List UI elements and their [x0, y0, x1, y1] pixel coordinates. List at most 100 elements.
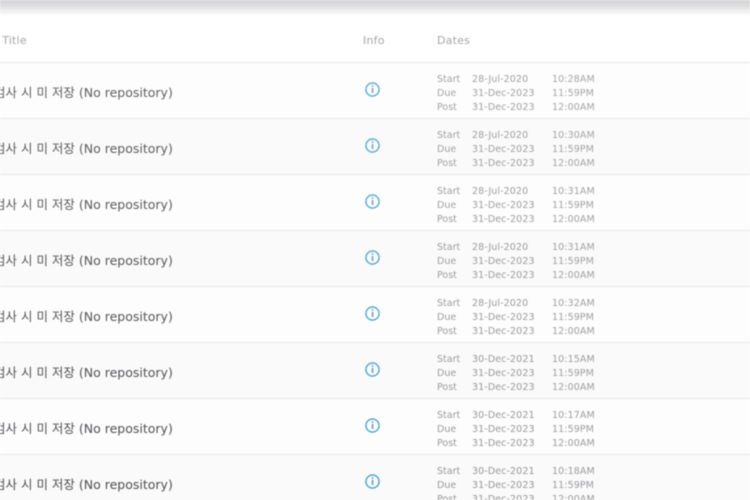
window-chrome-bar [0, 0, 750, 12]
time-value-post: 12:00AM [552, 102, 595, 113]
info-circle-icon [365, 194, 380, 209]
time-value-post: 12:00AM [552, 438, 595, 449]
dates-cell: Start 30-Dec-2021 10:15AM Due 31-Dec-2023 11:… [437, 354, 647, 396]
date-value-post: 31-Dec-2023 [472, 214, 535, 225]
dates-cell: Start 28-Jul-2020 10:31AM Due 31-Dec-2023 11:… [437, 186, 647, 228]
info-button[interactable] [365, 418, 385, 436]
time-value-due: 11:59PM [552, 480, 595, 491]
date-value-post: 31-Dec-2023 [472, 158, 535, 169]
dates-cell: Start 30-Dec-2021 10:17AM Due 31-Dec-2023 11:… [437, 410, 647, 452]
column-header-info[interactable]: Info [363, 34, 385, 47]
table-row[interactable]: 검사 시 미 저장 (No repository) Start 30-Dec-202… [0, 343, 750, 399]
dates-cell: Start 28-Jul-2020 10:30AM Due 31-Dec-2023 11:… [437, 130, 647, 172]
date-label-start: Start [437, 410, 461, 421]
date-line-due: Due 31-Dec-2023 11:59PM [437, 312, 647, 324]
time-value-post: 12:00AM [552, 382, 595, 393]
info-button[interactable] [365, 474, 385, 492]
date-label-due: Due [437, 256, 457, 267]
date-label-post: Post [437, 270, 457, 281]
assessment-title[interactable]: 검사 시 미 저장 (No repository) [0, 82, 344, 101]
time-value-post: 12:00AM [552, 494, 595, 500]
date-label-post: Post [437, 382, 457, 393]
assessment-title[interactable]: 검사 시 미 저장 (No repository) [0, 306, 344, 325]
info-button[interactable] [365, 138, 385, 156]
date-label-start: Start [437, 298, 461, 309]
time-value-start: 10:32AM [552, 298, 595, 309]
table-row[interactable]: 검사 시 미 저장 (No repository) Start 28-Jul-202… [0, 287, 750, 343]
assessment-title[interactable]: 검사 시 미 저장 (No repository) [0, 138, 344, 157]
info-circle-icon [365, 362, 380, 377]
assessment-title[interactable]: 검사 시 미 저장 (No repository) [0, 194, 344, 213]
assessment-title[interactable]: 검사 시 미 저장 (No repository) [0, 474, 344, 493]
date-value-start: 30-Dec-2021 [472, 410, 535, 421]
time-value-due: 11:59PM [552, 256, 595, 267]
time-value-post: 12:00AM [552, 158, 595, 169]
date-line-start: Start 30-Dec-2021 10:15AM [437, 354, 647, 366]
info-button[interactable] [365, 194, 385, 212]
date-line-start: Start 28-Jul-2020 10:30AM [437, 130, 647, 142]
table-row[interactable]: 검사 시 미 저장 (No repository) Start 30-Dec-202… [0, 399, 750, 455]
date-label-start: Start [437, 74, 461, 85]
time-value-start: 10:18AM [552, 466, 595, 477]
date-line-due: Due 31-Dec-2023 11:59PM [437, 144, 647, 156]
date-value-start: 28-Jul-2020 [472, 186, 529, 197]
date-line-post: Post 31-Dec-2023 12:00AM [437, 270, 647, 282]
date-value-start: 28-Jul-2020 [472, 298, 529, 309]
table-row[interactable]: 검사 시 미 저장 (No repository) Start 28-Jul-202… [0, 231, 750, 287]
date-value-due: 31-Dec-2023 [472, 200, 535, 211]
info-button[interactable] [365, 250, 385, 268]
date-line-start: Start 30-Dec-2021 10:17AM [437, 410, 647, 422]
date-line-start: Start 28-Jul-2020 10:31AM [437, 242, 647, 254]
assessment-title[interactable]: 검사 시 미 저장 (No repository) [0, 362, 344, 381]
assessment-title[interactable]: 검사 시 미 저장 (No repository) [0, 250, 344, 269]
date-label-due: Due [437, 480, 457, 491]
date-label-due: Due [437, 200, 457, 211]
date-line-due: Due 31-Dec-2023 11:59PM [437, 424, 647, 436]
time-value-due: 11:59PM [552, 88, 595, 99]
date-value-post: 31-Dec-2023 [472, 102, 535, 113]
date-line-start: Start 28-Jul-2020 10:28AM [437, 74, 647, 86]
date-line-post: Post 31-Dec-2023 12:00AM [437, 438, 647, 450]
date-value-start: 28-Jul-2020 [472, 74, 529, 85]
date-value-post: 31-Dec-2023 [472, 438, 535, 449]
time-value-start: 10:31AM [552, 186, 595, 197]
assessment-table: t Title Info Dates 검사 시 미 저장 (No reposit… [0, 15, 750, 500]
column-header-dates[interactable]: Dates [437, 34, 470, 47]
table-row[interactable]: 검사 시 미 저장 (No repository) Start 28-Jul-202… [0, 119, 750, 175]
date-line-post: Post 31-Dec-2023 12:00AM [437, 102, 647, 114]
time-value-due: 11:59PM [552, 424, 595, 435]
table-row[interactable]: 검사 시 미 저장 (No repository) Start 28-Jul-202… [0, 63, 750, 119]
time-value-start: 10:31AM [552, 242, 595, 253]
date-label-due: Due [437, 88, 457, 99]
date-label-due: Due [437, 312, 457, 323]
date-line-start: Start 28-Jul-2020 10:31AM [437, 186, 647, 198]
info-button[interactable] [365, 82, 385, 100]
date-label-start: Start [437, 242, 461, 253]
date-label-post: Post [437, 326, 457, 337]
date-label-start: Start [437, 130, 461, 141]
table-row[interactable]: 검사 시 미 저장 (No repository) Start 30-Dec-202… [0, 455, 750, 500]
info-circle-icon [365, 138, 380, 153]
date-value-due: 31-Dec-2023 [472, 88, 535, 99]
time-value-due: 11:59PM [552, 144, 595, 155]
time-value-post: 12:00AM [552, 214, 595, 225]
info-button[interactable] [365, 362, 385, 380]
dates-cell: Start 28-Jul-2020 10:28AM Due 31-Dec-2023 11:… [437, 74, 647, 116]
time-value-start: 10:15AM [552, 354, 595, 365]
date-line-post: Post 31-Dec-2023 12:00AM [437, 326, 647, 338]
date-value-due: 31-Dec-2023 [472, 312, 535, 323]
date-value-start: 30-Dec-2021 [472, 466, 535, 477]
dates-cell: Start 30-Dec-2021 10:18AM Due 31-Dec-2023 11:… [437, 466, 647, 500]
info-circle-icon [365, 418, 380, 433]
assessment-title[interactable]: 검사 시 미 저장 (No repository) [0, 418, 344, 437]
info-circle-icon [365, 82, 380, 97]
app-window: t Title Info Dates 검사 시 미 저장 (No reposit… [0, 0, 750, 500]
table-row[interactable]: 검사 시 미 저장 (No repository) Start 28-Jul-202… [0, 175, 750, 231]
column-header-title[interactable]: t Title [0, 34, 27, 47]
date-label-post: Post [437, 102, 457, 113]
date-label-due: Due [437, 368, 457, 379]
date-value-post: 31-Dec-2023 [472, 494, 535, 500]
date-line-start: Start 30-Dec-2021 10:18AM [437, 466, 647, 478]
date-value-start: 28-Jul-2020 [472, 130, 529, 141]
info-button[interactable] [365, 306, 385, 324]
